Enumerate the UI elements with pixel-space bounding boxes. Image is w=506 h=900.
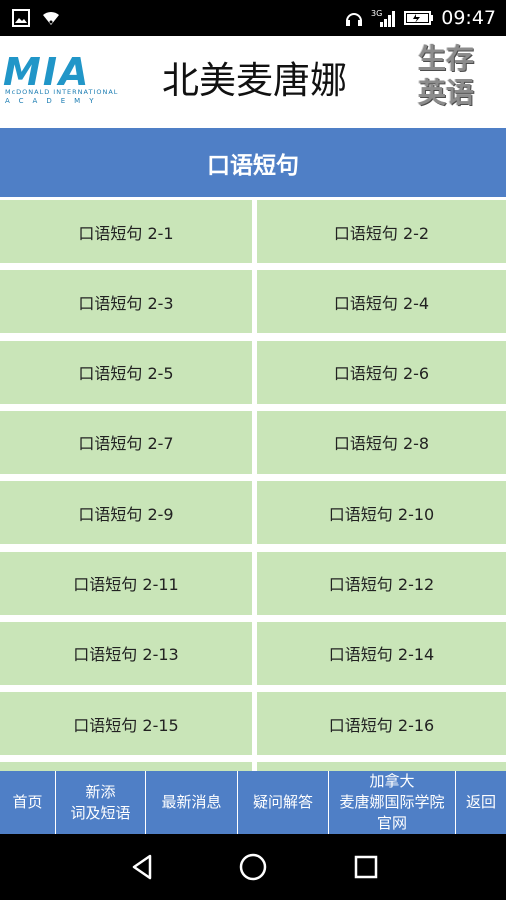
lesson-item[interactable] (0, 762, 252, 771)
lesson-item[interactable]: 口语短句 2-11 (0, 551, 252, 615)
image-icon (12, 9, 30, 27)
nav-label: 加拿大 (369, 772, 415, 790)
lesson-item[interactable]: 口语短句 2-14 (257, 621, 506, 685)
app-header: MIA McDONALD INTERNATIONAL ACADEMY 北美麦唐娜… (0, 36, 506, 128)
android-nav-bar (0, 834, 506, 900)
nav-label: 疑问解答 (252, 793, 313, 811)
lesson-item[interactable]: 口语短句 2-3 (0, 270, 252, 334)
lesson-item[interactable]: 口语短句 2-12 (257, 551, 506, 615)
nav-label: 词及短语 (70, 803, 131, 822)
headphones-icon (344, 9, 364, 27)
lesson-item[interactable] (257, 762, 506, 771)
network-label: 3G (371, 9, 382, 18)
back-icon[interactable] (127, 852, 157, 882)
lesson-item[interactable]: 口语短句 2-7 (0, 410, 252, 474)
lesson-item[interactable]: 口语短句 2-5 (0, 340, 252, 404)
nav-faq-button[interactable]: 疑问解答 (238, 771, 329, 834)
recents-icon[interactable] (351, 852, 381, 882)
lesson-item[interactable]: 口语短句 2-15 (0, 692, 252, 756)
nav-label: 官网 (376, 814, 407, 832)
lesson-item[interactable]: 口语短句 2-2 (257, 200, 506, 263)
nav-latest-news-button[interactable]: 最新消息 (146, 771, 238, 834)
nav-label: 最新消息 (161, 793, 222, 811)
nav-label: 首页 (12, 793, 43, 811)
section-title-bar: 口语短句 (0, 128, 506, 197)
lesson-grid: 口语短句 2-1 口语短句 2-2 口语短句 2-3 口语短句 2-4 口语短句 2-5… (0, 197, 506, 771)
lesson-item[interactable]: 口语短句 2-8 (257, 410, 506, 474)
lesson-item[interactable]: 口语短句 2-16 (257, 692, 506, 756)
home-icon[interactable] (238, 852, 268, 882)
bottom-nav: 首页 新添 词及短语 最新消息 疑问解答 加拿大 麦唐娜国际学院 官网 返回 (0, 771, 506, 834)
lesson-item[interactable]: 口语短句 2-1 (0, 200, 252, 263)
logo-subtitle-line2: ACADEMY (5, 97, 103, 105)
mia-logo: MIA McDONALD INTERNATIONAL ACADEMY (3, 46, 143, 110)
survival-english-badge: 生存 英语 (414, 42, 502, 112)
lesson-item[interactable]: 口语短句 2-13 (0, 621, 252, 685)
wifi-icon (42, 10, 60, 26)
lesson-item[interactable]: 口语短句 2-6 (257, 340, 506, 404)
lesson-item[interactable]: 口语短句 2-10 (257, 481, 506, 545)
logo-subtitle-line1: McDONALD INTERNATIONAL (5, 88, 119, 96)
lesson-item[interactable]: 口语短句 2-4 (257, 270, 506, 334)
status-bar: 3G 09:47 (0, 0, 506, 36)
battery-icon (404, 10, 434, 26)
nav-back-button[interactable]: 返回 (456, 771, 506, 834)
nav-official-site-button[interactable]: 加拿大麦唐娜国际学院 官网 (329, 771, 456, 834)
clock: 09:47 (441, 7, 496, 29)
nav-label: 新添 (85, 782, 116, 801)
nav-new-words-button[interactable]: 新添 词及短语 (56, 771, 146, 834)
lesson-item[interactable]: 口语短句 2-9 (0, 481, 252, 545)
signal-icon: 3G (371, 8, 397, 28)
badge-line2: 英语 (418, 76, 475, 109)
section-title: 口语短句 (207, 152, 299, 179)
nav-label: 返回 (465, 793, 496, 811)
nav-home-button[interactable]: 首页 (0, 771, 56, 834)
brand-title: 北美麦唐娜 (162, 59, 347, 102)
badge-line1: 生存 (418, 42, 475, 75)
nav-label: 麦唐娜国际学院 (339, 793, 445, 811)
